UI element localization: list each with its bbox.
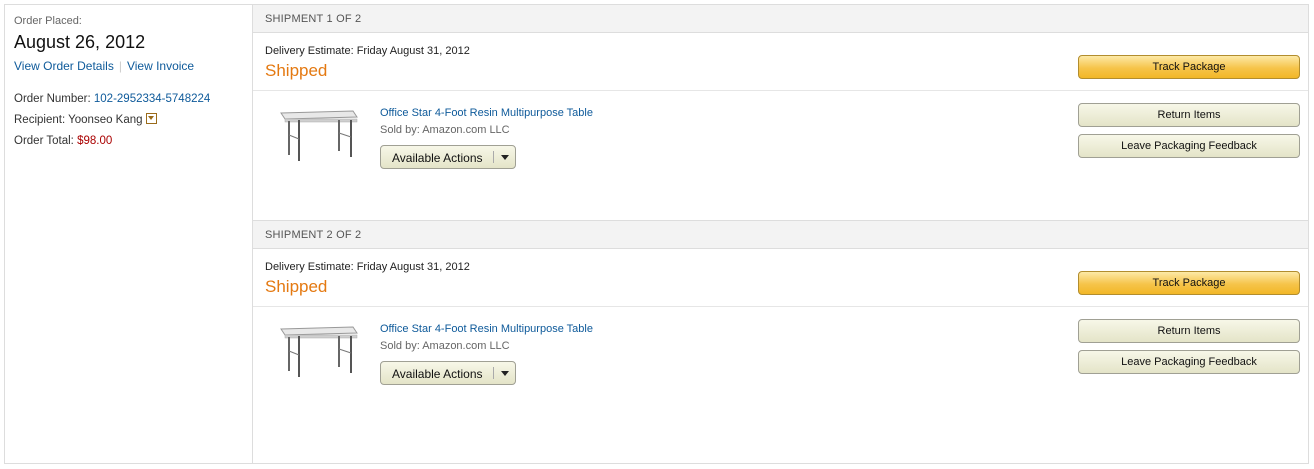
recipient-name: Yoonseo Kang bbox=[68, 114, 143, 126]
shipment-status-area: Delivery Estimate: Friday August 31, 201… bbox=[253, 33, 1308, 91]
track-package-button[interactable]: Track Package bbox=[1078, 55, 1300, 79]
order-number-row: Order Number: 102-2952334-5748224 bbox=[14, 89, 243, 110]
order-card: Order Placed: August 26, 2012 View Order… bbox=[4, 4, 1309, 464]
track-package-button[interactable]: Track Package bbox=[1078, 271, 1300, 295]
shipment-status: Shipped bbox=[265, 277, 328, 296]
dropdown-divider bbox=[493, 367, 494, 379]
recipient-dropdown-icon[interactable] bbox=[145, 113, 157, 125]
view-invoice-link[interactable]: View Invoice bbox=[127, 59, 194, 73]
item-title-link[interactable]: Office Star 4-Foot Resin Multipurpose Ta… bbox=[380, 107, 593, 119]
return-items-button[interactable]: Return Items bbox=[1078, 319, 1300, 343]
shipment: SHIPMENT 1 OF 2 Delivery Estimate: Frida… bbox=[253, 5, 1308, 220]
shipment-header: SHIPMENT 1 OF 2 bbox=[253, 5, 1308, 33]
available-actions-label: Available Actions bbox=[392, 367, 483, 381]
view-order-details-link[interactable]: View Order Details bbox=[14, 59, 114, 73]
chevron-down-icon bbox=[501, 155, 509, 160]
shipment-status: Shipped bbox=[265, 61, 328, 80]
sold-by: Sold by: Amazon.com LLC bbox=[380, 340, 510, 352]
order-date: August 26, 2012 bbox=[14, 32, 146, 52]
item-title-link[interactable]: Office Star 4-Foot Resin Multipurpose Ta… bbox=[380, 323, 593, 335]
order-total-value: $98.00 bbox=[77, 135, 113, 147]
available-actions-label: Available Actions bbox=[392, 151, 483, 165]
leave-packaging-feedback-button[interactable]: Leave Packaging Feedback bbox=[1078, 134, 1300, 158]
dropdown-divider bbox=[493, 151, 494, 163]
folding-table-image[interactable] bbox=[277, 105, 359, 165]
shipment-header: SHIPMENT 2 OF 2 bbox=[253, 221, 1308, 249]
order-total-label: Order Total: bbox=[14, 135, 74, 147]
sold-by: Sold by: Amazon.com LLC bbox=[380, 124, 510, 136]
shipment: SHIPMENT 2 OF 2 Delivery Estimate: Frida… bbox=[253, 220, 1308, 436]
shipment-items: Office Star 4-Foot Resin Multipurpose Ta… bbox=[253, 307, 1308, 436]
delivery-estimate: Delivery Estimate: Friday August 31, 201… bbox=[265, 261, 470, 273]
order-links: View Order Details | View Invoice bbox=[14, 59, 243, 73]
shipments-panel: SHIPMENT 1 OF 2 Delivery Estimate: Frida… bbox=[253, 5, 1308, 436]
chevron-down-icon bbox=[501, 371, 509, 376]
leave-packaging-feedback-button[interactable]: Leave Packaging Feedback bbox=[1078, 350, 1300, 374]
return-items-button[interactable]: Return Items bbox=[1078, 103, 1300, 127]
order-number-label: Order Number: bbox=[14, 93, 91, 105]
recipient-row: Recipient: Yoonseo Kang bbox=[14, 110, 243, 131]
folding-table-image[interactable] bbox=[277, 321, 359, 381]
order-summary: Order Placed: August 26, 2012 View Order… bbox=[5, 5, 253, 463]
order-number-link[interactable]: 102-2952334-5748224 bbox=[94, 93, 210, 105]
available-actions-dropdown[interactable]: Available Actions bbox=[380, 145, 516, 169]
link-divider: | bbox=[118, 59, 122, 73]
order-placed-label: Order Placed: bbox=[14, 15, 82, 27]
recipient-label: Recipient: bbox=[14, 114, 66, 126]
delivery-estimate: Delivery Estimate: Friday August 31, 201… bbox=[265, 45, 470, 57]
order-meta: Order Number: 102-2952334-5748224 Recipi… bbox=[14, 89, 243, 152]
shipment-status-area: Delivery Estimate: Friday August 31, 201… bbox=[253, 249, 1308, 307]
available-actions-dropdown[interactable]: Available Actions bbox=[380, 361, 516, 385]
shipment-items: Office Star 4-Foot Resin Multipurpose Ta… bbox=[253, 91, 1308, 220]
order-total-row: Order Total: $98.00 bbox=[14, 131, 243, 152]
